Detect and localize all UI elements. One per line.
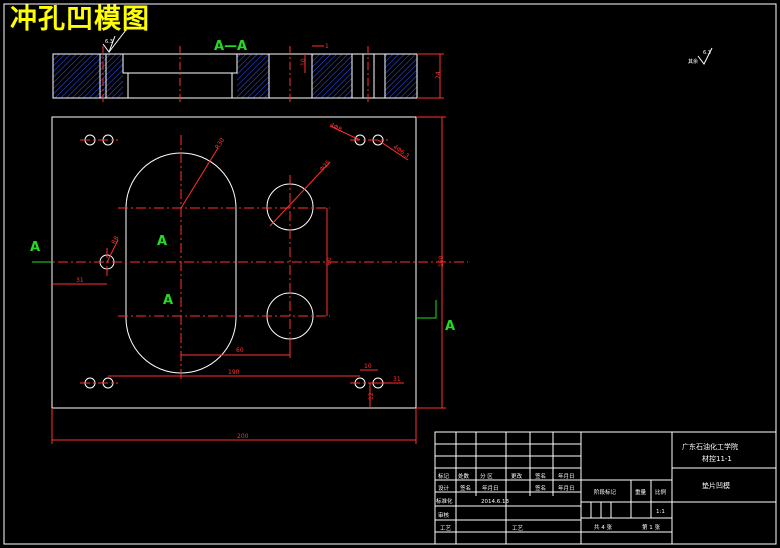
- tb-row1-mark: 标记: [438, 472, 450, 480]
- dim-phi25: Φ25: [319, 159, 333, 173]
- tb-row1-sign: 签名: [535, 472, 546, 480]
- tb-row2-date: 年月日: [482, 484, 499, 492]
- section-step: [123, 72, 129, 98]
- tb-class: 材控11-1: [702, 454, 732, 463]
- tb-school: 广东石油化工学院: [682, 442, 738, 451]
- section-hatch-left: [53, 54, 123, 98]
- roughness-corner: 其余 6.3: [688, 47, 713, 65]
- dim-60-vertical: 60: [326, 257, 333, 265]
- tb-row1-count: 处数: [458, 472, 470, 480]
- tb-row2-sign2: 签名: [535, 484, 546, 492]
- dim-31-right: 31: [393, 376, 401, 383]
- dim-190: 190: [228, 369, 240, 376]
- dim-31-left: 31: [76, 277, 84, 284]
- dim-12: 12: [368, 392, 375, 400]
- section-mark-upper: A: [157, 234, 167, 249]
- tb-row2-sign: 签名: [460, 484, 471, 492]
- roughness-value-corner: 6.3: [703, 50, 711, 56]
- cad-drawing-canvas: 1 10 24 6.3 A—A 其余 6.3 R30 Φ25 4Φ8 4Φ6.3…: [3, 3, 777, 545]
- top-view: [32, 116, 468, 444]
- dim-10-section: 10: [300, 58, 307, 66]
- section-mark-left: A: [30, 240, 40, 255]
- tb-approve: 工艺: [512, 525, 524, 532]
- dimension-texts: R30 Φ25 4Φ8 4Φ6.3 R8 31 60 60 190 10 12 …: [76, 121, 445, 440]
- cut-marker-right: [416, 300, 437, 319]
- tb-weight: 重量: [635, 488, 647, 496]
- tb-row1-change: 更改: [511, 472, 523, 480]
- section-mark-lower: A: [163, 293, 173, 308]
- roughness-corner-prefix: 其余: [688, 58, 698, 65]
- tb-row2-design: 设计: [438, 484, 450, 492]
- dim-160: 160: [438, 255, 445, 267]
- dim-r30: R30: [214, 137, 226, 151]
- dim-24: 24: [435, 71, 442, 79]
- dim-4phi6: 4Φ6.3: [392, 144, 411, 160]
- section-hatch-mid-left: [237, 54, 269, 98]
- tb-scale-label: 比例: [655, 488, 667, 496]
- dim-r8: R8: [110, 235, 120, 246]
- centerlines: [40, 135, 468, 384]
- tb-row2-date2: 年月日: [558, 484, 575, 492]
- dimension-lines: [51, 116, 446, 444]
- dim-200: 200: [237, 433, 249, 440]
- dim-4phi8: 4Φ8: [329, 121, 343, 133]
- dim-60-horizontal: 60: [236, 347, 244, 354]
- tb-standard: 标准化: [436, 497, 453, 505]
- tb-row1-zone: 分 区: [480, 472, 493, 480]
- tb-stage-mark: 阶段标记: [594, 488, 617, 496]
- tb-review: 审核: [438, 511, 450, 519]
- section-view: 1 10 24 6.3: [52, 29, 444, 104]
- tb-drawing-name: 垫片凹模: [702, 481, 730, 490]
- tb-standard-date: 2014.6.13: [481, 499, 509, 505]
- dim-10-bottom: 10: [364, 363, 372, 370]
- dim-line: [180, 147, 219, 209]
- roughness-value-top: 6.3: [105, 39, 113, 45]
- section-mark-right: A: [445, 319, 455, 334]
- tb-row1-date: 年月日: [558, 472, 575, 480]
- section-label: A—A: [214, 39, 247, 54]
- section-hatch-mid-right: [312, 54, 352, 98]
- dim-1: 1: [325, 43, 329, 50]
- tb-sheets-total: 共 4 张: [594, 523, 612, 531]
- tb-scale: 1:1: [656, 509, 665, 515]
- section-hatch-right: [385, 54, 417, 98]
- tb-sheet-no: 第 1 张: [642, 523, 660, 531]
- tb-process: 工艺: [440, 525, 452, 532]
